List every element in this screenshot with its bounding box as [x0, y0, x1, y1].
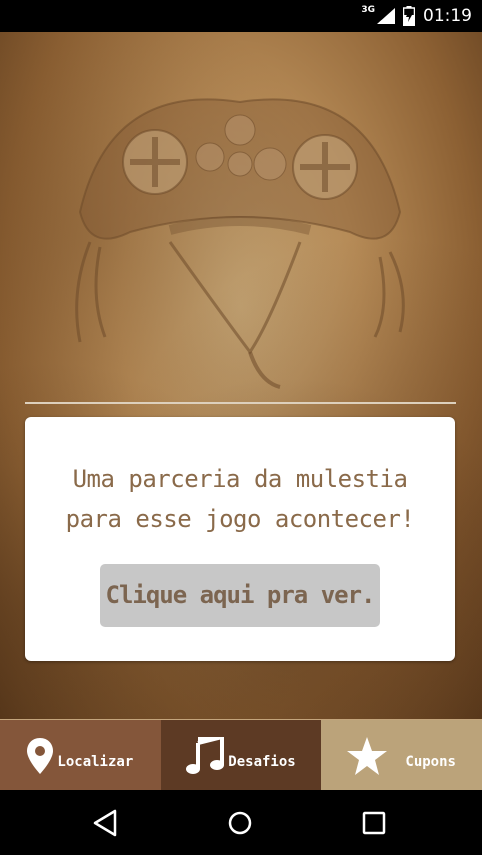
signal-icon [377, 8, 395, 24]
tab-cupons[interactable]: Cupons [321, 719, 482, 791]
bottom-tab-bar: Localizar Desafios Cupons [0, 719, 482, 791]
message-line-1: Uma parceria da mulestia [72, 465, 408, 493]
battery-icon [403, 6, 415, 26]
divider [25, 402, 456, 404]
recents-icon[interactable] [358, 807, 390, 839]
tab-label-cupons: Cupons [405, 753, 456, 770]
home-icon[interactable] [224, 807, 256, 839]
tab-desafios[interactable]: Desafios [160, 719, 322, 791]
status-bar: 3G 01:19 [0, 0, 482, 32]
partnership-message: Uma parceria da mulestia para esse jogo … [25, 459, 455, 539]
music-note-icon [186, 736, 225, 774]
main-background: Uma parceria da mulestia para esse jogo … [0, 32, 482, 719]
partnership-card: Uma parceria da mulestia para esse jogo … [25, 417, 455, 661]
message-line-2: para esse jogo acontecer! [65, 505, 415, 533]
location-pin-icon [27, 737, 54, 774]
click-here-button[interactable]: Clique aqui pra ver. [100, 564, 380, 627]
leather-hat-illustration [75, 98, 405, 389]
clock: 01:19 [423, 6, 472, 26]
network-type: 3G [361, 5, 375, 15]
star-icon [347, 736, 388, 775]
tab-localizar[interactable]: Localizar [0, 719, 161, 791]
system-nav-bar [0, 790, 482, 855]
tab-label-desafios: Desafios [228, 753, 296, 770]
back-icon[interactable] [91, 807, 123, 839]
status-icons: 3G 01:19 [361, 0, 472, 32]
tab-label-localizar: Localizar [57, 753, 134, 770]
